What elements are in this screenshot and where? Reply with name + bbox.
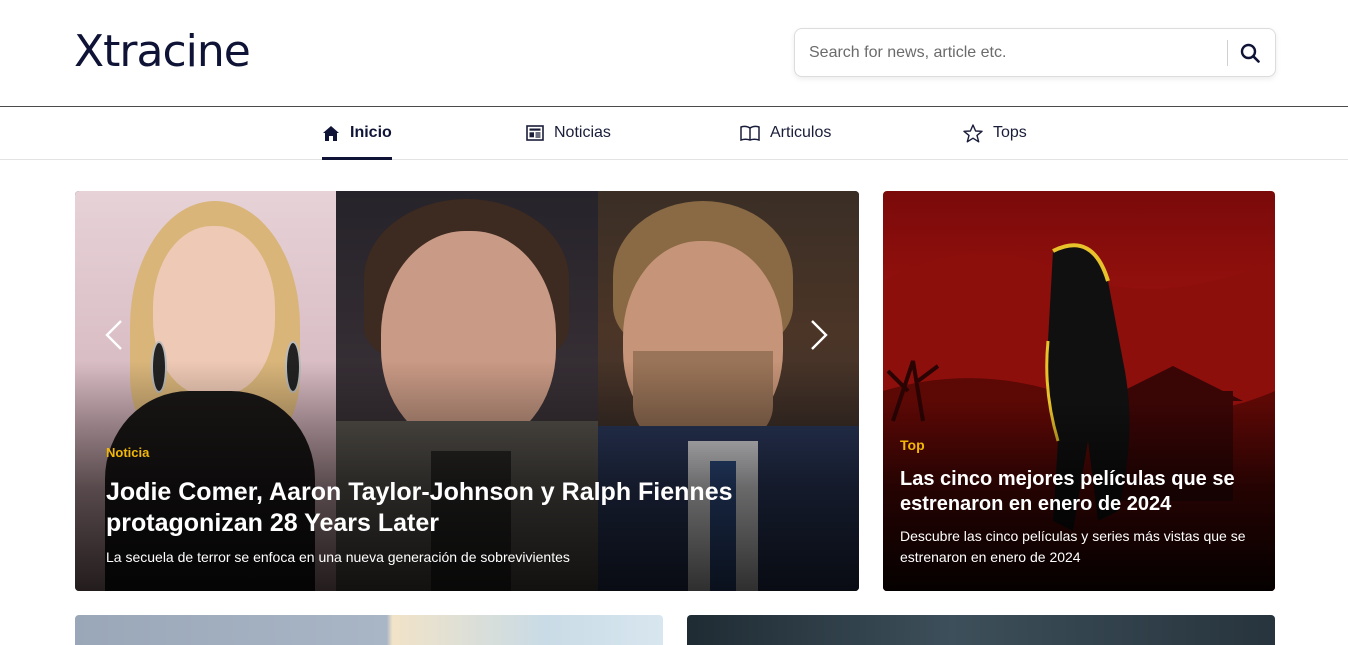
hero-title[interactable]: Jodie Comer, Aaron Taylor-Johnson y Ralp… — [106, 477, 733, 539]
site-header: Xtracine — [0, 0, 1348, 107]
side-category-tag[interactable]: Top — [900, 437, 925, 453]
hero-carousel[interactable]: Noticia Jodie Comer, Aaron Taylor-Johnso… — [75, 191, 859, 591]
side-title-line2: estrenaron en enero de 2024 — [900, 493, 1172, 515]
nav-item-label: Inicio — [350, 124, 392, 141]
nav-item-tops[interactable]: Tops — [963, 107, 1027, 159]
nav-item-noticias[interactable]: Noticias — [526, 107, 611, 159]
star-icon — [963, 123, 983, 142]
article-card-bottom-right[interactable] — [687, 615, 1275, 645]
search-divider — [1227, 40, 1228, 66]
side-subtitle-line2: estrenaron en enero de 2024 — [900, 549, 1081, 565]
side-subtitle-line1: Descubre las cinco películas y series má… — [900, 528, 1246, 544]
carousel-next-button[interactable] — [804, 315, 834, 355]
chevron-right-icon — [811, 320, 828, 350]
side-title[interactable]: Las cinco mejores películas que se estre… — [900, 467, 1235, 517]
search-input[interactable] — [809, 39, 1209, 67]
search-box — [794, 28, 1276, 77]
chevron-left-icon — [105, 320, 122, 350]
hero-title-line1: Jodie Comer, Aaron Taylor-Johnson y Ralp… — [106, 478, 733, 506]
article-card-bottom-left[interactable] — [75, 615, 663, 645]
search-icon — [1240, 43, 1260, 63]
side-subtitle: Descubre las cinco películas y series má… — [900, 526, 1245, 568]
carousel-prev-button[interactable] — [99, 315, 129, 355]
book-icon — [740, 125, 760, 141]
newspaper-icon — [526, 125, 544, 141]
side-title-line1: Las cinco mejores películas que se — [900, 468, 1235, 490]
nav-item-articulos[interactable]: Articulos — [740, 107, 831, 159]
nav-item-label: Noticias — [554, 124, 611, 141]
home-icon — [323, 125, 339, 141]
side-feature-card[interactable]: Top Las cinco mejores películas que se e… — [883, 191, 1275, 591]
hero-category-tag[interactable]: Noticia — [106, 445, 149, 460]
nav-item-inicio[interactable]: Inicio — [322, 107, 392, 160]
main-nav: Inicio Noticias Articulos Tops — [0, 107, 1348, 160]
hero-title-line2: protagonizan 28 Years Later — [106, 509, 439, 537]
nav-item-label: Tops — [993, 124, 1027, 141]
search-button[interactable] — [1235, 39, 1265, 67]
site-logo[interactable]: Xtracine — [74, 26, 251, 78]
hero-subtitle: La secuela de terror se enfoca en una nu… — [106, 549, 570, 565]
nav-item-label: Articulos — [770, 124, 832, 141]
